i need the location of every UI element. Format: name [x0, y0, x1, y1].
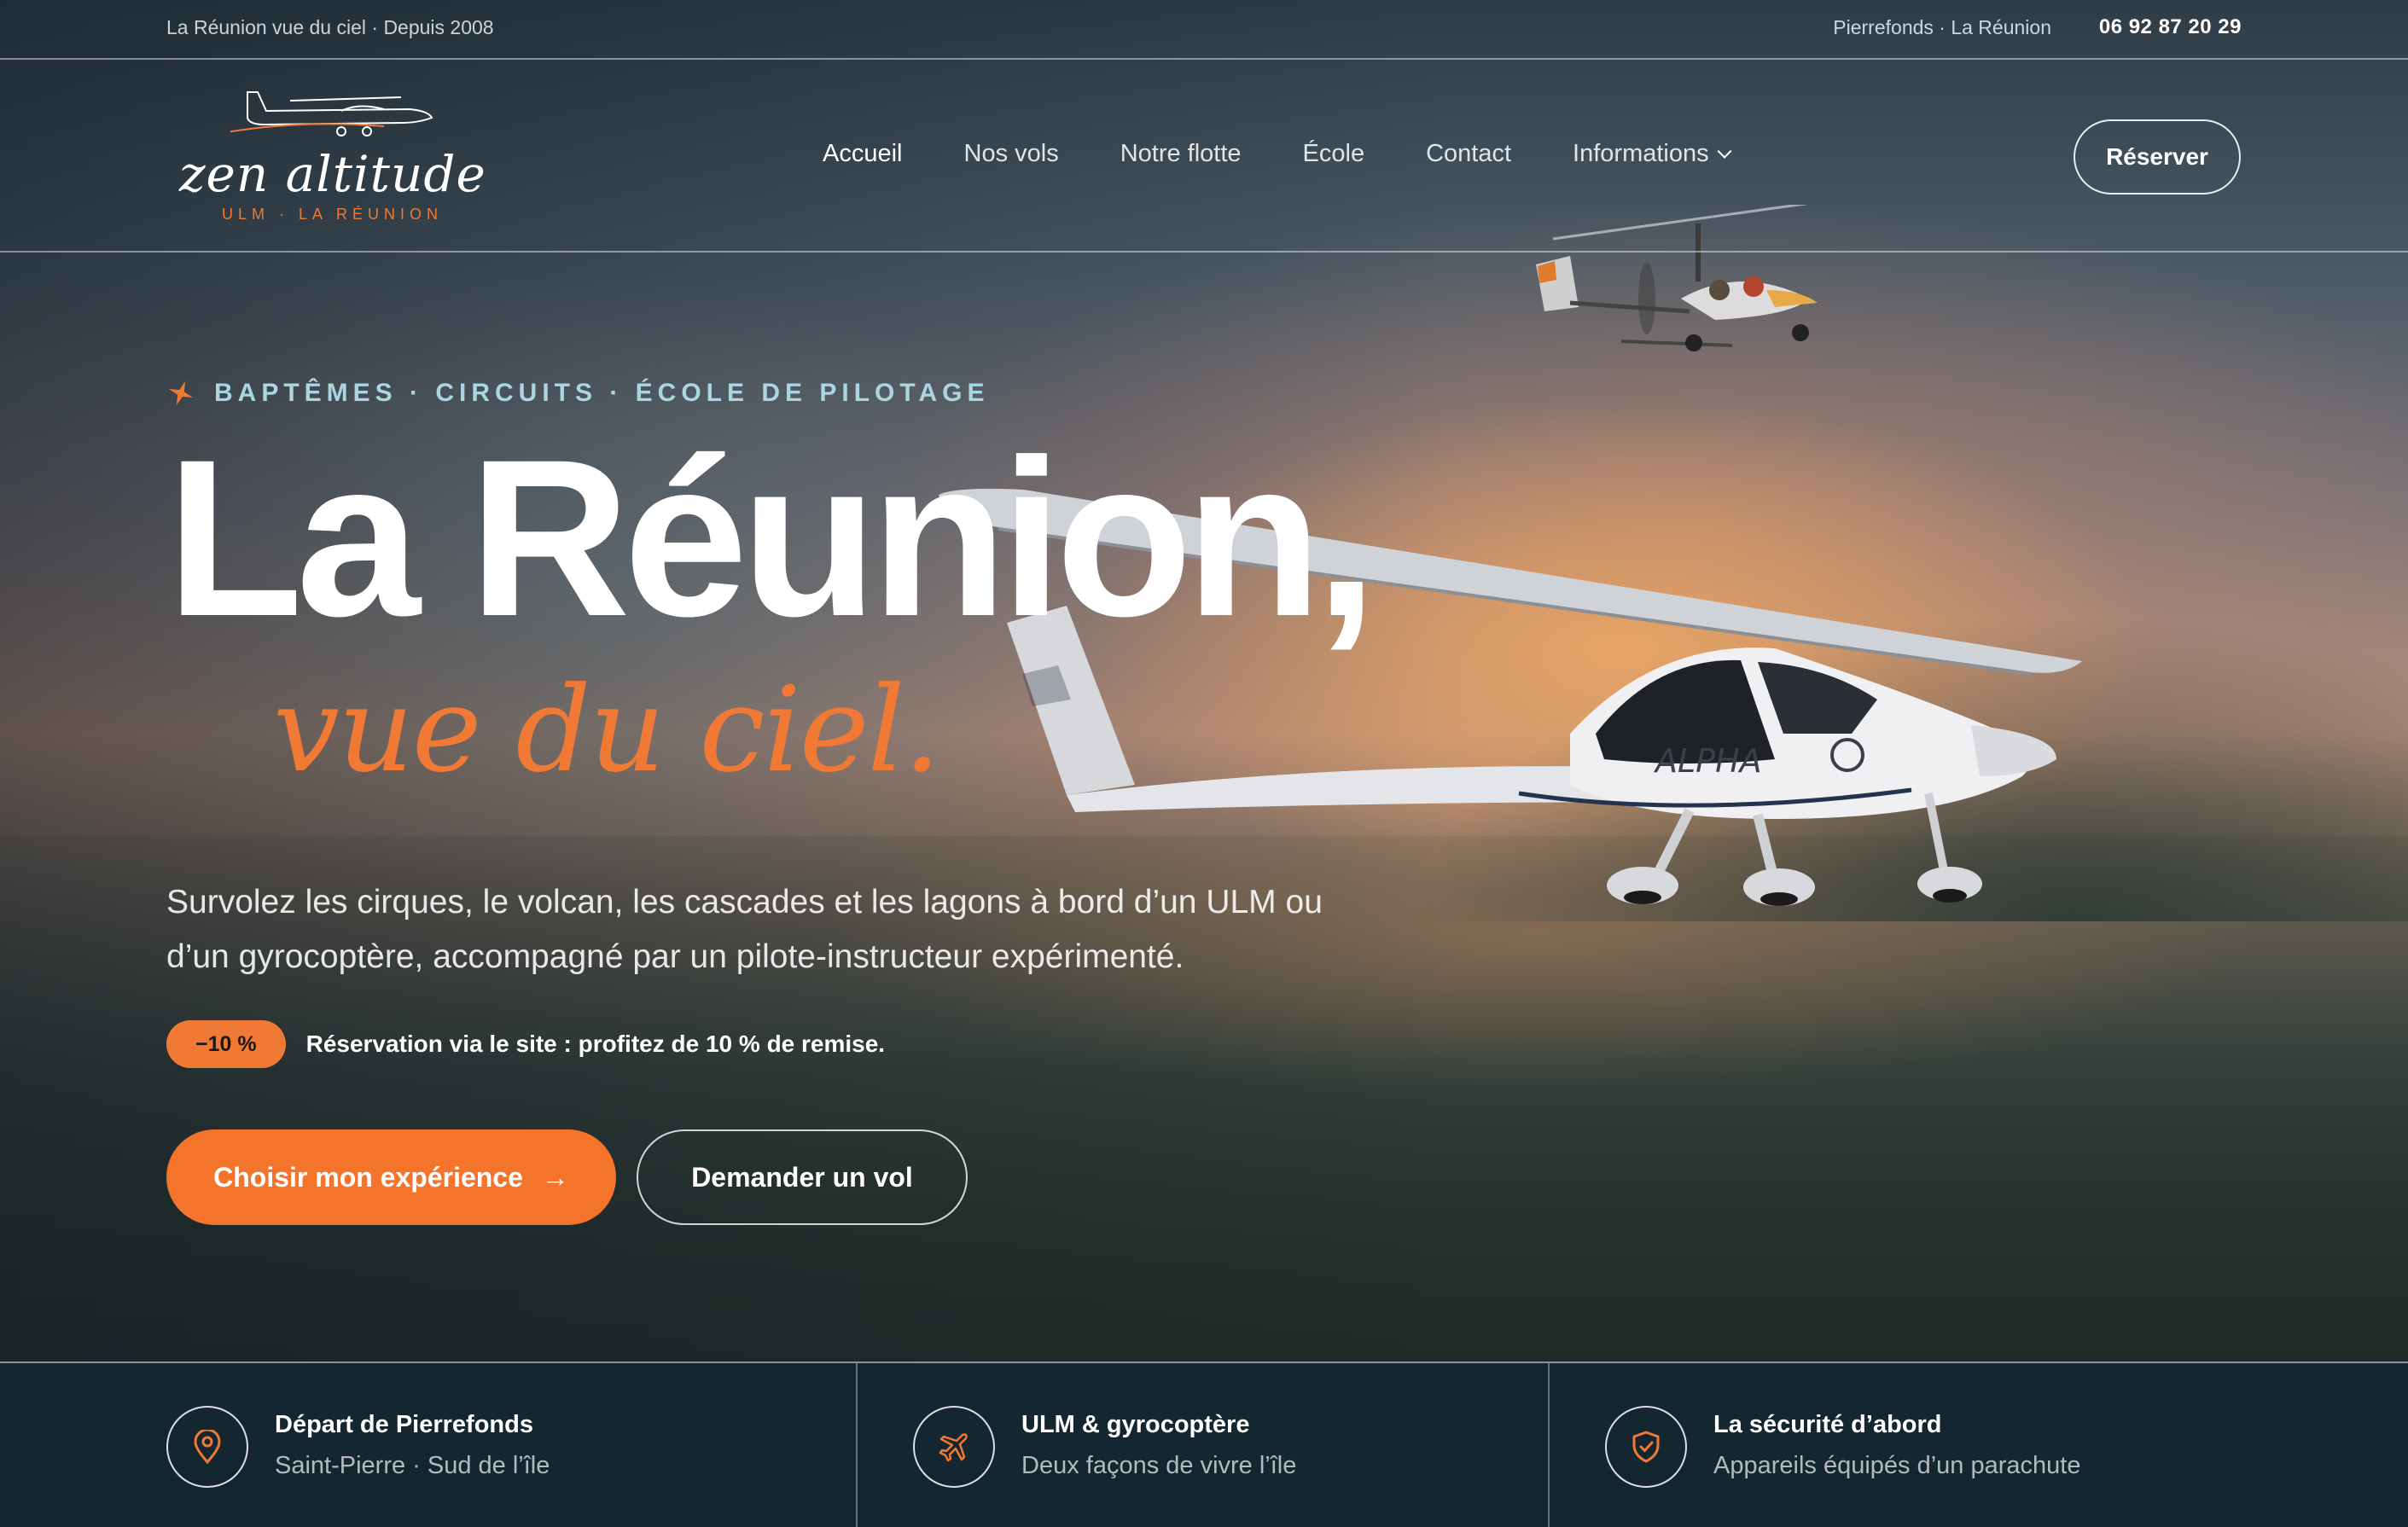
main-navigation: zen altitude ULM · LA RÉUNION Accueil No…	[0, 61, 2408, 253]
hero-eyebrow: BAPTÊMES · CIRCUITS · ÉCOLE DE PILOTAGE	[166, 379, 989, 408]
feature-desc: Deux façons de vivre l’île	[1021, 1452, 1297, 1479]
feature-title: ULM & gyrocoptère	[1021, 1411, 1250, 1438]
reserve-button[interactable]: Réserver	[2074, 119, 2241, 195]
nav-item-nos-vols[interactable]: Nos vols	[964, 140, 1059, 168]
arrow-right-icon: →	[541, 1161, 569, 1193]
feature-item: Départ de Pierrefonds Saint-Pierre · Sud…	[0, 1363, 858, 1527]
promo-text: Réservation via le site : profitez de 10…	[305, 1031, 886, 1057]
feature-strip: Départ de Pierrefonds Saint-Pierre · Sud…	[0, 1362, 2408, 1527]
top-info-bar: La Réunion vue du ciel · Depuis 2008 Pie…	[0, 0, 2408, 60]
nav-item-notre-flotte[interactable]: Notre flotte	[1120, 140, 1242, 168]
choose-experience-button[interactable]: Choisir mon expérience →	[166, 1129, 616, 1225]
brand-logo[interactable]: zen altitude ULM · LA RÉUNION	[171, 78, 495, 224]
airplane-icon	[168, 380, 194, 406]
nav-item-contact[interactable]: Contact	[1426, 140, 1511, 168]
nav-item-accueil[interactable]: Accueil	[823, 140, 903, 168]
feature-desc: Saint-Pierre · Sud de l’île	[275, 1452, 550, 1479]
hero-title-script: vue du ciel.	[273, 661, 941, 798]
phone-link[interactable]: 06 92 87 20 29	[2099, 15, 2242, 39]
shield-check-icon	[1605, 1406, 1687, 1488]
nav-menu: Accueil Nos vols Notre flotte École Cont…	[823, 140, 1732, 168]
svg-text:ALPHA: ALPHA	[1653, 742, 1762, 780]
nav-item-informations[interactable]: Informations	[1573, 140, 1732, 168]
choose-experience-label: Choisir mon expérience	[213, 1161, 523, 1193]
feature-desc: Appareils équipés d’un parachute	[1713, 1452, 2081, 1479]
nav-item-ecole[interactable]: École	[1303, 140, 1365, 168]
brand-subtitle: ULM · LA RÉUNION	[222, 206, 444, 223]
nav-item-informations-label: Informations	[1573, 140, 1709, 167]
chevron-down-icon	[1717, 143, 1732, 159]
map-pin-icon	[166, 1406, 248, 1488]
hero-title: La Réunion,	[166, 413, 1377, 663]
eyebrow-text: BAPTÊMES · CIRCUITS · ÉCOLE DE PILOTAGE	[214, 379, 990, 407]
feature-title: La sécurité d’abord	[1713, 1411, 1942, 1438]
request-flight-button[interactable]: Demander un vol	[637, 1129, 968, 1225]
feature-title: Départ de Pierrefonds	[275, 1411, 533, 1438]
feature-item: La sécurité d’abord Appareils équipés d’…	[1550, 1363, 2408, 1527]
promo-banner: −10 % Réservation via le site : profitez…	[166, 1020, 885, 1068]
hero-lead: Survolez les cirques, le volcan, les cas…	[166, 884, 1323, 975]
location-text: Pierrefonds · La Réunion	[1833, 16, 2051, 38]
plane-icon	[913, 1406, 995, 1488]
tagline: La Réunion vue du ciel · Depuis 2008	[166, 16, 494, 38]
discount-badge: −10 %	[166, 1020, 286, 1068]
feature-item: ULM & gyrocoptère Deux façons de vivre l…	[858, 1363, 1550, 1527]
brand-name: zen altitude	[179, 145, 486, 203]
airplane-logo-icon	[230, 91, 433, 136]
